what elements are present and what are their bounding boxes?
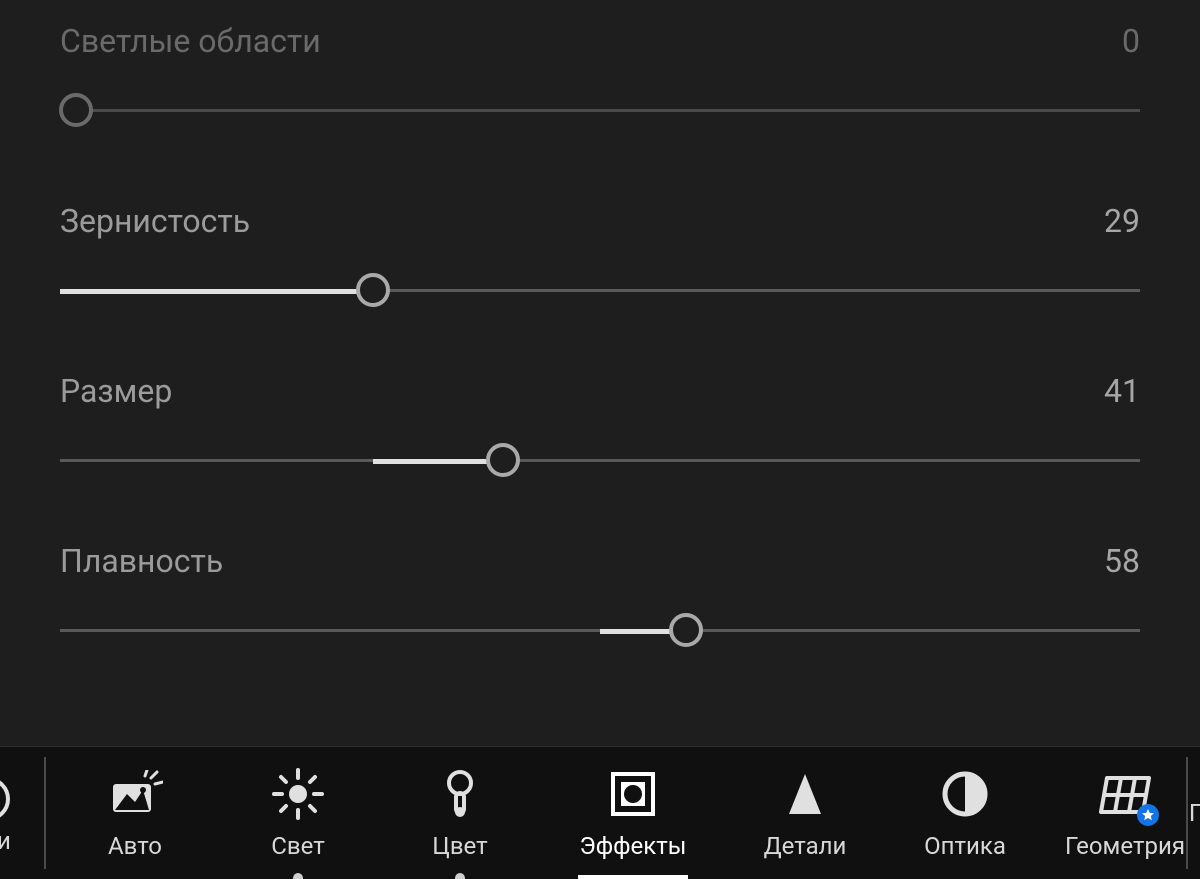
bar-separator-left bbox=[44, 757, 46, 869]
slider-grain-value: 29 bbox=[1104, 202, 1140, 240]
slider-grain: Зернистость 29 bbox=[60, 202, 1140, 310]
slider-grain-track[interactable] bbox=[60, 270, 1140, 310]
slider-highlights-value: 0 bbox=[1122, 22, 1140, 60]
tab-color-dot bbox=[455, 873, 465, 879]
tab-light[interactable]: Свет bbox=[238, 747, 358, 879]
tab-effects[interactable]: Эффекты bbox=[558, 747, 708, 879]
effects-panel: Светлые области 0 Зернистость 29 Размер … bbox=[0, 0, 1200, 747]
tab-effects-label: Эффекты bbox=[580, 832, 687, 860]
slider-highlights: Светлые области 0 bbox=[60, 0, 1140, 130]
slider-highlights-track[interactable] bbox=[60, 90, 1140, 130]
slider-grain-label: Зернистость bbox=[60, 202, 250, 240]
bottom-tab-bar: ли Авто bbox=[0, 746, 1200, 879]
tab-optics[interactable]: Оптика bbox=[900, 747, 1030, 879]
tab-partial-right[interactable]: П bbox=[1189, 747, 1200, 879]
tab-auto[interactable]: Авто bbox=[70, 747, 200, 879]
slider-smoothness: Плавность 58 bbox=[60, 542, 1140, 650]
tab-partial-right-label: П bbox=[1189, 799, 1200, 827]
slider-smoothness-value: 58 bbox=[1104, 542, 1140, 580]
tab-detail[interactable]: Детали bbox=[740, 747, 870, 879]
geometry-badge bbox=[1137, 804, 1159, 826]
detail-icon bbox=[785, 766, 825, 822]
slider-highlights-label: Светлые области bbox=[60, 22, 321, 60]
tab-light-label: Свет bbox=[271, 832, 324, 860]
tab-optics-label: Оптика bbox=[924, 832, 1006, 860]
auto-icon bbox=[107, 766, 163, 822]
tab-detail-label: Детали bbox=[764, 832, 847, 860]
tab-geometry[interactable]: Геометрия bbox=[1050, 747, 1200, 879]
partial-left-icon bbox=[0, 775, 12, 823]
slider-smoothness-label: Плавность bbox=[60, 542, 223, 580]
bar-separator-right bbox=[1186, 757, 1188, 869]
light-icon bbox=[272, 766, 324, 822]
slider-size-track[interactable] bbox=[60, 440, 1140, 480]
tab-effects-underline bbox=[578, 875, 688, 879]
optics-icon bbox=[941, 766, 989, 822]
color-icon bbox=[443, 766, 477, 822]
slider-smoothness-track[interactable] bbox=[60, 610, 1140, 650]
tab-partial-left[interactable]: ли bbox=[0, 747, 12, 879]
effects-icon bbox=[609, 766, 657, 822]
tab-auto-label: Авто bbox=[108, 832, 162, 860]
slider-size: Размер 41 bbox=[60, 372, 1140, 480]
tab-partial-left-label: ли bbox=[0, 827, 11, 855]
tab-light-dot bbox=[293, 873, 303, 879]
tab-color-label: Цвет bbox=[432, 832, 487, 860]
geometry-icon bbox=[1097, 766, 1153, 822]
slider-size-value: 41 bbox=[1104, 372, 1140, 410]
tab-color[interactable]: Цвет bbox=[400, 747, 520, 879]
slider-size-label: Размер bbox=[60, 372, 172, 410]
tab-geometry-label: Геометрия bbox=[1065, 832, 1185, 860]
